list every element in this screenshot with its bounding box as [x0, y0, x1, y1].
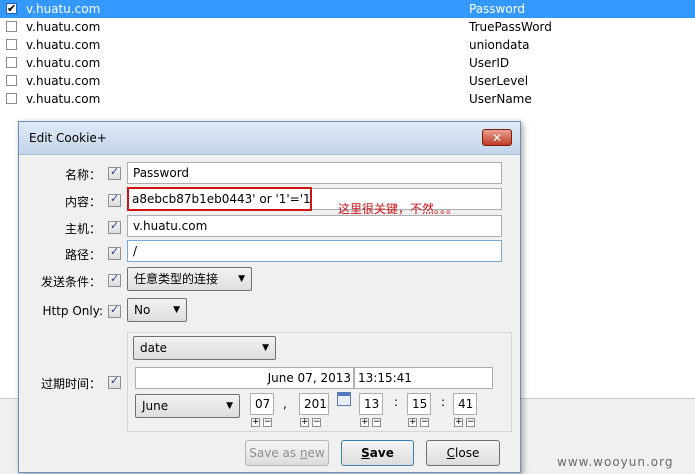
save-as-new-button[interactable]: Save as new: [245, 440, 329, 466]
expiry-minute-field[interactable]: 15: [407, 393, 431, 415]
http-only-checkbox[interactable]: ✓: [108, 303, 121, 318]
time-separator: :: [394, 395, 399, 409]
check-icon: ✔: [7, 2, 17, 15]
check-icon: ✓: [110, 303, 120, 316]
watermark: www.wooyun.org: [557, 455, 674, 469]
chevron-down-icon: ▼: [226, 401, 233, 411]
content-label: 内容：: [64, 195, 101, 209]
expiry-month-value: June: [142, 399, 169, 413]
save-as-new-label-mnemonic: n: [299, 446, 308, 460]
save-label-post: ave: [369, 446, 394, 460]
cookie-row[interactable]: v.huatu.com UserLevel: [0, 72, 695, 90]
expiry-type-value: date: [140, 341, 168, 355]
chevron-down-icon: ▼: [262, 343, 269, 353]
path-field[interactable]: /: [127, 240, 502, 262]
send-condition-value: 任意类型的连接: [134, 272, 219, 286]
close-label-post: lose: [455, 446, 480, 460]
expires-label: 过期时间：: [40, 377, 101, 391]
cookie-name: UserID: [469, 56, 510, 70]
cookie-row-checkbox[interactable]: [6, 75, 17, 86]
path-checkbox[interactable]: ✓: [108, 245, 121, 260]
expiry-second-field[interactable]: 41: [453, 393, 477, 415]
hour-minus-icon[interactable]: −: [372, 418, 381, 427]
year-minus-icon[interactable]: −: [312, 418, 321, 427]
chevron-down-icon: ▼: [238, 274, 245, 284]
cookie-row-checkbox[interactable]: ✔: [6, 2, 17, 15]
content-field[interactable]: a8ebcb87b1eb0443' or '1'='1: [127, 187, 312, 211]
host-checkbox[interactable]: ✓: [108, 219, 121, 234]
check-icon: ✓: [110, 374, 120, 387]
expiry-time-field[interactable]: 13:15:41: [354, 367, 493, 389]
minute-plus-icon[interactable]: +: [408, 418, 417, 427]
content-checkbox[interactable]: ✓: [108, 192, 121, 207]
close-button[interactable]: Close: [426, 440, 500, 466]
expiry-hour-field[interactable]: 13: [359, 393, 383, 415]
edit-cookie-dialog: Edit Cookie+ ✕ 名称： ✓ Password 内容： ✓ a8eb…: [18, 121, 521, 473]
save-as-new-label-pre: Save as: [249, 446, 300, 460]
chevron-down-icon: ▼: [173, 305, 180, 315]
cookie-host: v.huatu.com: [26, 74, 101, 88]
cookie-name: Password: [469, 2, 526, 16]
save-button[interactable]: Save: [341, 440, 414, 466]
cookie-host: v.huatu.com: [26, 2, 101, 16]
cookie-row-checkbox[interactable]: [6, 39, 17, 50]
expiry-year-field[interactable]: 2013: [299, 393, 329, 415]
second-plus-icon[interactable]: +: [454, 418, 463, 427]
cookie-name: uniondata: [469, 38, 530, 52]
cookie-row[interactable]: v.huatu.com UserID: [0, 54, 695, 72]
send-condition-checkbox[interactable]: ✓: [108, 272, 121, 287]
name-label: 名称：: [64, 168, 101, 182]
cookie-row[interactable]: ✔ v.huatu.com Password: [0, 0, 695, 18]
check-icon: ✓: [110, 165, 120, 178]
http-only-value: No: [134, 303, 151, 317]
day-plus-icon[interactable]: +: [251, 418, 260, 427]
time-separator: :: [441, 395, 446, 409]
year-plus-icon[interactable]: +: [300, 418, 309, 427]
hour-plus-icon[interactable]: +: [360, 418, 369, 427]
expiry-day-field[interactable]: 07: [250, 393, 274, 415]
expires-checkbox[interactable]: ✓: [108, 374, 121, 389]
host-label: 主机：: [64, 222, 101, 236]
day-minus-icon[interactable]: −: [263, 418, 272, 427]
cookie-row-checkbox[interactable]: [6, 57, 17, 68]
check-icon: ✓: [110, 219, 120, 232]
cookie-host: v.huatu.com: [26, 38, 101, 52]
check-icon: ✓: [110, 245, 120, 258]
check-icon: ✓: [110, 192, 120, 205]
save-as-new-label-post: ew: [307, 446, 325, 460]
check-icon: ✓: [110, 272, 120, 285]
name-checkbox[interactable]: ✓: [108, 165, 121, 180]
cookie-name: TruePassWord: [469, 20, 552, 34]
dialog-titlebar[interactable]: Edit Cookie+ ✕: [19, 122, 520, 155]
calendar-icon[interactable]: [337, 392, 351, 406]
http-only-select[interactable]: No ▼: [127, 298, 187, 322]
http-only-label: Http Only:: [42, 304, 103, 318]
cookie-row[interactable]: v.huatu.com TruePassWord: [0, 18, 695, 36]
cookie-host: v.huatu.com: [26, 56, 101, 70]
close-label-mnemonic: C: [446, 446, 456, 460]
path-label: 路径：: [64, 248, 101, 262]
name-field[interactable]: Password: [127, 162, 502, 184]
cookie-name: UserName: [469, 92, 532, 106]
cookie-host: v.huatu.com: [26, 92, 101, 106]
host-field[interactable]: v.huatu.com: [127, 215, 502, 237]
close-icon[interactable]: ✕: [482, 129, 512, 146]
minute-minus-icon[interactable]: −: [420, 418, 429, 427]
date-separator: ,: [283, 397, 287, 411]
send-condition-select[interactable]: 任意类型的连接 ▼: [127, 267, 252, 291]
cookie-row-checkbox[interactable]: [6, 93, 17, 104]
cookie-host: v.huatu.com: [26, 20, 101, 34]
cookie-row[interactable]: v.huatu.com UserName: [0, 90, 695, 108]
expiry-month-select[interactable]: June ▼: [135, 394, 240, 418]
expiry-type-select[interactable]: date ▼: [133, 336, 276, 360]
save-label-mnemonic: S: [361, 446, 370, 460]
expiry-date-field[interactable]: June 07, 2013: [135, 367, 354, 389]
send-condition-label: 发送条件：: [40, 275, 101, 289]
cookie-row-checkbox[interactable]: [6, 21, 17, 32]
dialog-title: Edit Cookie+: [29, 131, 107, 145]
cookie-row[interactable]: v.huatu.com uniondata: [0, 36, 695, 54]
second-minus-icon[interactable]: −: [466, 418, 475, 427]
cookie-name: UserLevel: [469, 74, 529, 88]
cookie-list: ✔ v.huatu.com Password v.huatu.com TrueP…: [0, 0, 695, 108]
